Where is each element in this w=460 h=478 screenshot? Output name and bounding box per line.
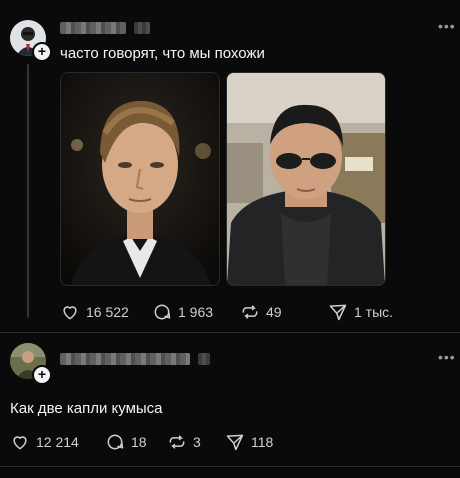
repost-button[interactable]: 49 [240, 302, 328, 322]
repost-count: 3 [193, 434, 201, 450]
repost-count: 49 [266, 304, 282, 320]
comment-bubble-icon [107, 434, 124, 450]
share-button[interactable]: 118 [225, 432, 273, 452]
comment-button[interactable]: 1 963 [152, 302, 240, 322]
share-button[interactable]: 1 тыс. [328, 302, 393, 322]
repost-icon [242, 305, 258, 319]
more-dots-icon[interactable]: ••• [438, 349, 456, 365]
like-count: 12 214 [36, 434, 79, 450]
send-icon [329, 304, 347, 321]
follow-plus-icon[interactable]: + [32, 365, 52, 385]
share-count: 1 тыс. [354, 304, 394, 320]
post-actions: 16 522 1 963 49 1 тыс. [60, 302, 393, 322]
more-dots-icon[interactable]: ••• [438, 18, 456, 34]
thread-line [27, 64, 29, 318]
follow-plus-icon[interactable]: + [32, 42, 52, 62]
heart-icon [13, 436, 27, 450]
username-blurred[interactable] [60, 22, 126, 34]
comment-count: 18 [131, 434, 147, 450]
photo-left[interactable] [60, 72, 220, 286]
username-blurred[interactable] [60, 353, 190, 365]
photo-right[interactable] [226, 72, 386, 286]
timestamp-blurred [198, 353, 210, 365]
portrait-image-right [227, 73, 385, 285]
post-1: + ••• часто говорят, что мы похожи 16 52… [0, 0, 460, 330]
post-actions: 12 214 18 3 118 [10, 432, 273, 452]
like-count: 16 522 [86, 304, 129, 320]
bottom-divider [0, 466, 460, 467]
portrait-image-left [61, 73, 219, 285]
comment-count: 1 963 [178, 304, 214, 320]
repost-icon [169, 435, 185, 449]
like-button[interactable]: 12 214 [10, 432, 105, 452]
comment-bubble-icon [154, 304, 171, 320]
post-2: + ••• Как две капли кумыса 12 214 18 3 1… [0, 333, 460, 478]
heart-icon [63, 306, 77, 320]
repost-button[interactable]: 3 [167, 432, 225, 452]
comment-button[interactable]: 18 [105, 432, 167, 452]
timestamp-blurred [134, 22, 150, 34]
post-text: часто говорят, что мы похожи [60, 45, 265, 62]
post-text: Как две капли кумыса [10, 400, 163, 417]
send-icon [226, 434, 244, 451]
like-button[interactable]: 16 522 [60, 302, 152, 322]
share-count: 118 [251, 434, 274, 450]
